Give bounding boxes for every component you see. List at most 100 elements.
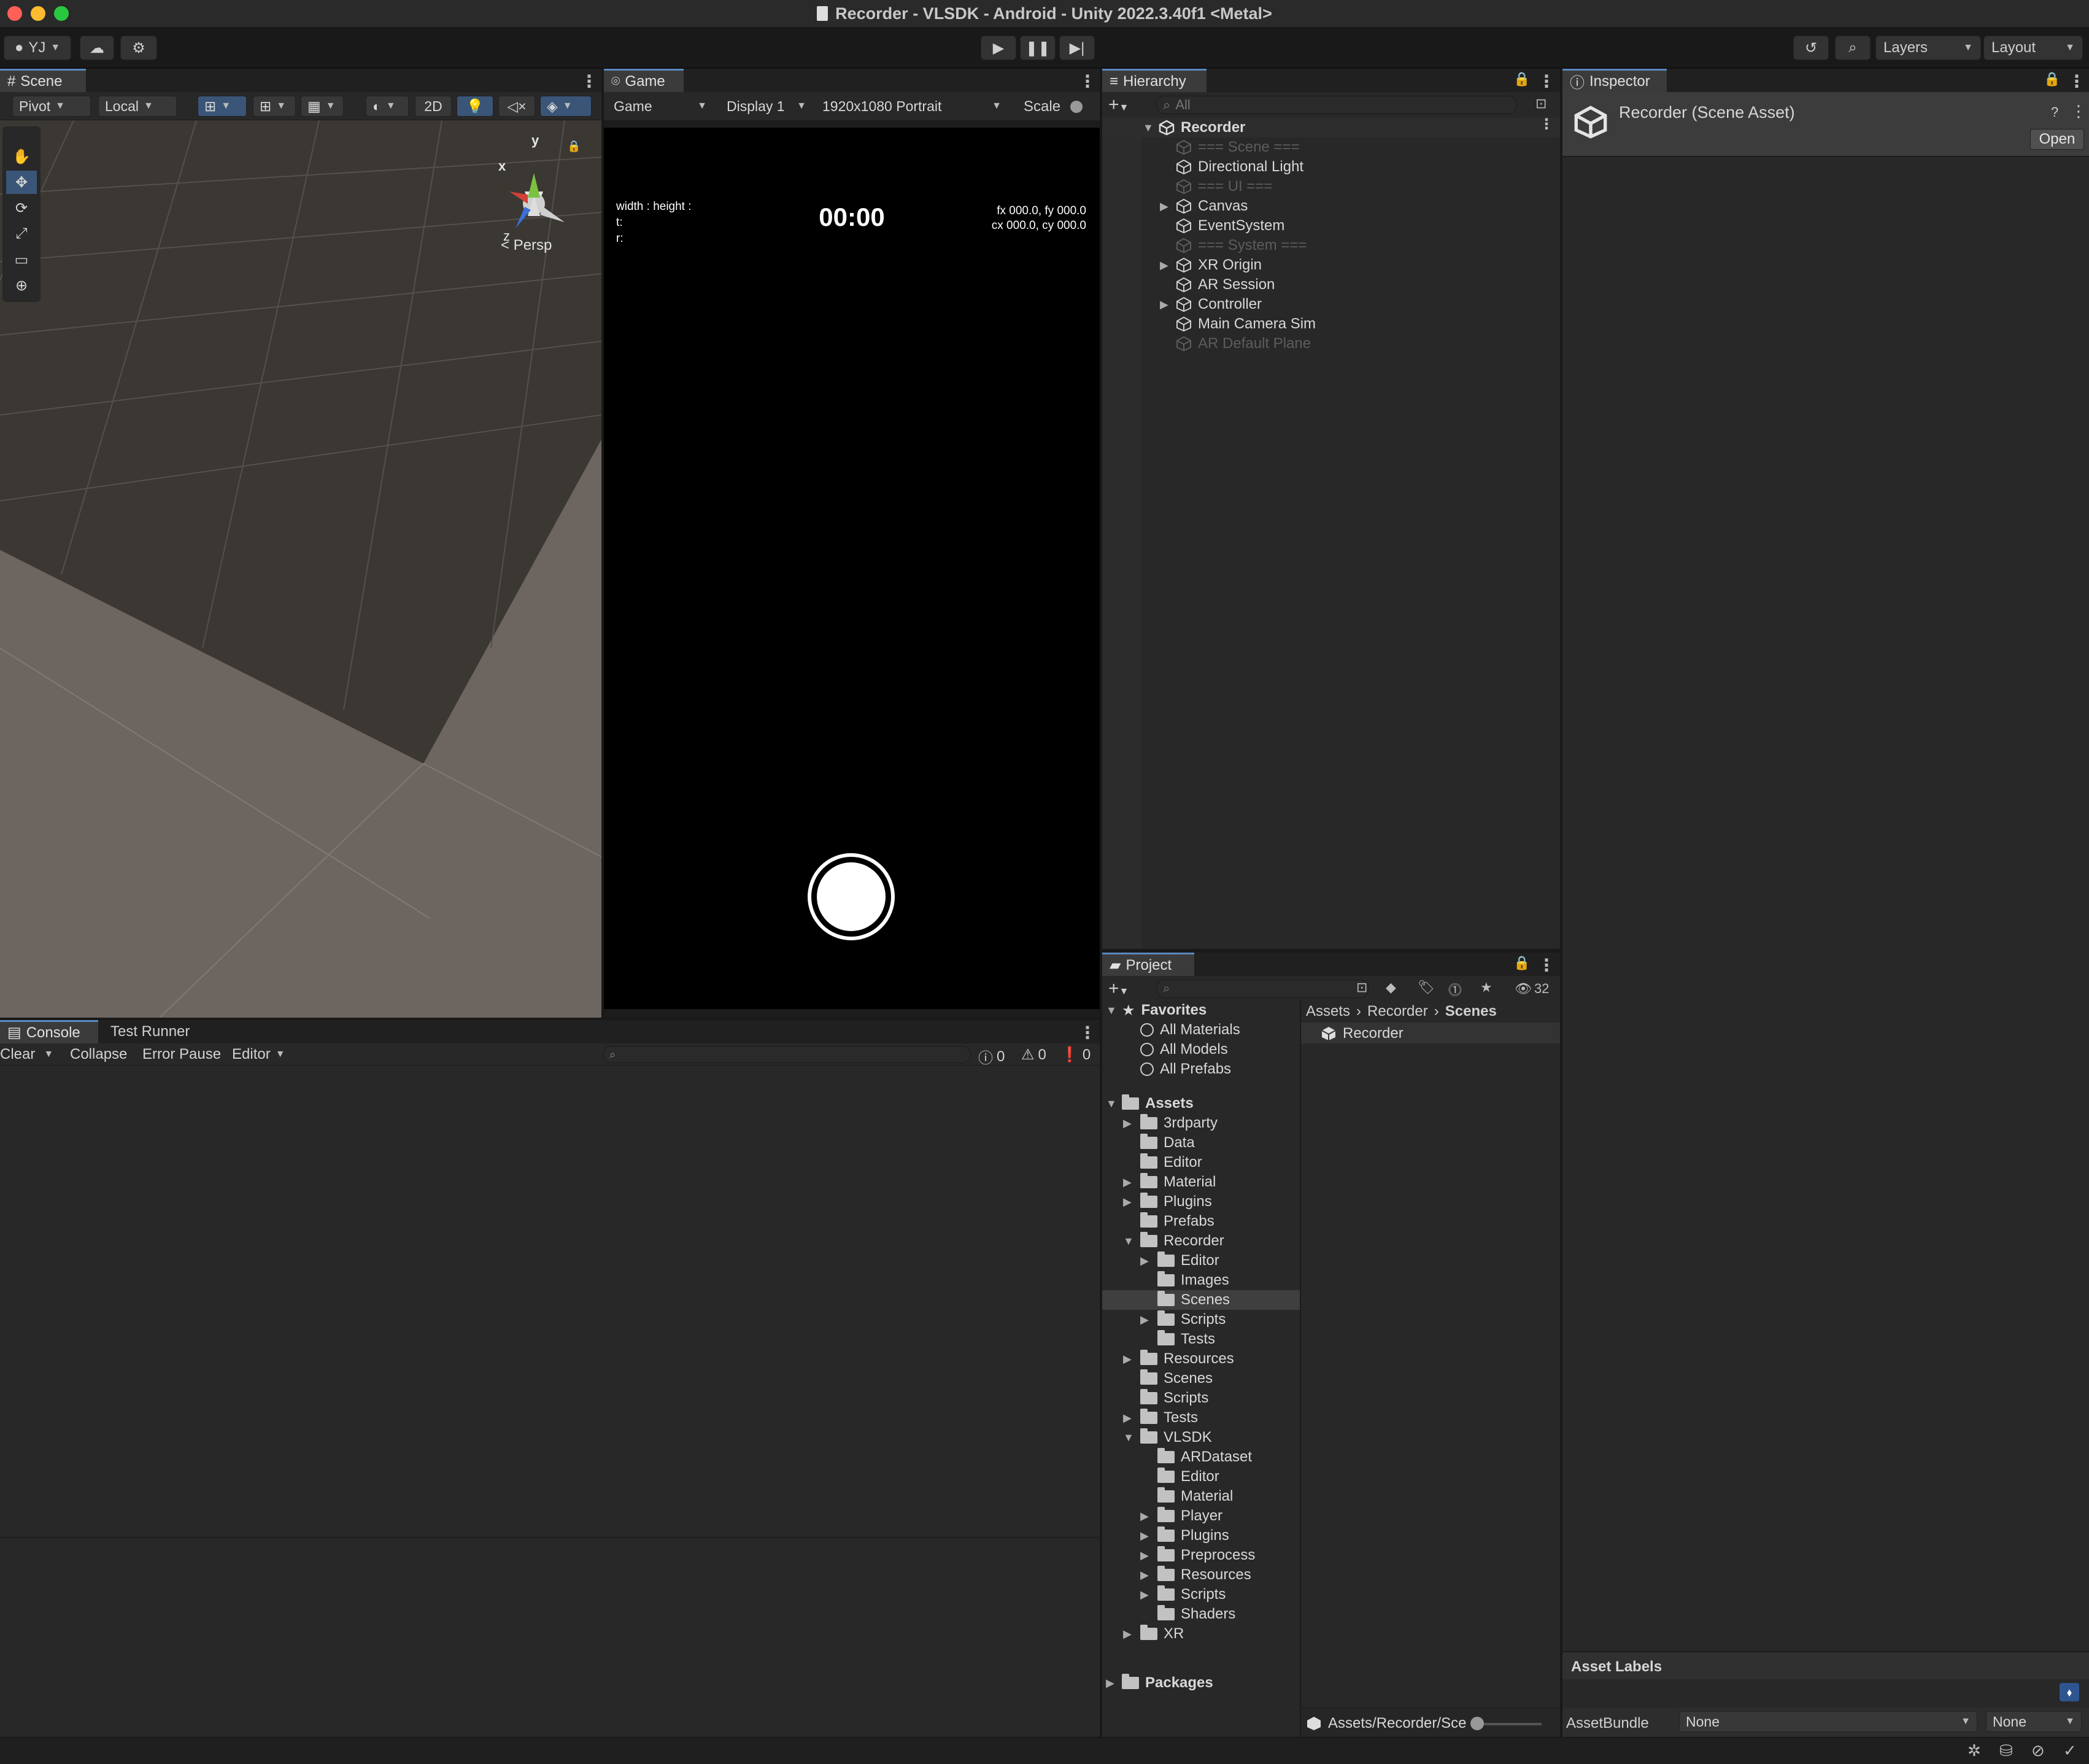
pivot-dropdown[interactable]: Pivot ▼	[12, 96, 91, 117]
expand-arrow-icon[interactable]: ▼	[1143, 122, 1154, 134]
tab-inspector[interactable]: ⓘ Inspector	[1562, 69, 1667, 92]
grid-snap-toggle[interactable]: ⊞ ▼	[198, 96, 247, 117]
tree-folder-item[interactable]: Player	[1157, 1506, 1222, 1526]
expand-arrow-icon[interactable]: ▶	[1140, 1588, 1149, 1601]
expand-arrow-icon[interactable]: ▶	[1160, 259, 1168, 272]
lock-icon[interactable]: 🔒	[567, 140, 581, 153]
assetbundle-variant-dropdown[interactable]: None ▼	[1986, 1711, 2082, 1732]
hierarchy-item[interactable]: === Scene ===	[1176, 137, 1299, 157]
hierarchy-item[interactable]: Canvas	[1176, 196, 1248, 216]
lock-icon[interactable]: 🔒	[1513, 71, 1530, 87]
scene-viewport[interactable]	[0, 120, 601, 1018]
hierarchy-item[interactable]: === UI ===	[1176, 177, 1272, 196]
rotate-tool-icon[interactable]: ⟳	[6, 196, 37, 220]
favorites-item[interactable]: All Prefabs	[1140, 1059, 1231, 1079]
tree-folder-item[interactable]: 3rdparty	[1140, 1113, 1218, 1133]
resolution-dropdown[interactable]: 1920x1080 Portrait ▼	[816, 96, 1008, 117]
tree-folder-item[interactable]: Preprocess	[1157, 1545, 1255, 1565]
2d-toggle[interactable]: 2D	[415, 96, 452, 117]
info-count-toggle[interactable]: ⓘ 0	[978, 1046, 1005, 1067]
tree-folder-item[interactable]: Scenes	[1157, 1290, 1230, 1310]
scale-tool-icon[interactable]: ⤢	[6, 222, 37, 246]
tree-folder-item[interactable]: Shaders	[1157, 1604, 1235, 1624]
project-menu-icon[interactable]: ⋮	[1538, 955, 1555, 975]
filter-type-icon[interactable]: ◆	[1386, 980, 1396, 996]
audio-toggle[interactable]: ◁×	[498, 96, 535, 117]
transform-tool-icon[interactable]: ⊕	[6, 274, 37, 297]
assetbundle-dropdown[interactable]: None ▼	[1679, 1711, 1977, 1732]
assets-root[interactable]: Assets	[1122, 1094, 1194, 1113]
game-view[interactable]: width : height : t: r: 00:00 fx 000.0, f…	[604, 128, 1100, 1009]
expand-arrow-icon[interactable]: ▶	[1106, 1677, 1114, 1690]
console-menu-icon[interactable]: ⋮	[1079, 1023, 1096, 1043]
tree-folder-item[interactable]: Resources	[1140, 1349, 1234, 1369]
warning-count-toggle[interactable]: ⚠ 0	[1021, 1046, 1046, 1064]
tag-icon[interactable]: 🏷	[1418, 980, 1435, 996]
expand-arrow-icon[interactable]: ▶	[1140, 1255, 1149, 1267]
console-search-input[interactable]: ⌕	[603, 1046, 971, 1063]
effects-dropdown[interactable]: ◈ ▼	[540, 96, 592, 117]
search-button[interactable]: ⌕	[1835, 36, 1871, 60]
scene-options-icon[interactable]: ⋮	[1539, 115, 1554, 133]
tree-folder-item[interactable]: Plugins	[1157, 1526, 1229, 1545]
tab-project[interactable]: ▰ Project	[1102, 953, 1194, 976]
console-log-area[interactable]	[0, 1066, 1100, 1737]
help-icon[interactable]: ?	[2051, 104, 2058, 120]
tree-folder-item[interactable]: Scenes	[1140, 1369, 1213, 1388]
expand-arrow-icon[interactable]: ▼	[1123, 1431, 1134, 1444]
game-menu-icon[interactable]: ⋮	[1079, 71, 1096, 91]
hierarchy-item[interactable]: Controller	[1176, 295, 1262, 314]
minimize-window-button[interactable]	[31, 6, 45, 21]
tab-game[interactable]: ⌾ Game	[604, 69, 684, 92]
hierarchy-item[interactable]: EventSystem	[1176, 216, 1284, 236]
expand-arrow-icon[interactable]: ▶	[1160, 298, 1168, 311]
tree-folder-item[interactable]: Images	[1157, 1271, 1229, 1290]
expand-arrow-icon[interactable]: ▶	[1123, 1628, 1132, 1641]
component-menu-icon[interactable]: ⋮	[2071, 102, 2087, 121]
scene-menu-icon[interactable]: ⋮	[581, 71, 598, 91]
tab-test-runner[interactable]: Test Runner	[104, 1020, 196, 1043]
tree-folder-item[interactable]: Recorder	[1140, 1231, 1224, 1251]
tag-icon[interactable]: ⬧	[2060, 1683, 2079, 1701]
tree-folder-item[interactable]: Scripts	[1157, 1585, 1226, 1604]
hierarchy-menu-icon[interactable]: ⋮	[1538, 71, 1555, 91]
lock-icon[interactable]: 🔒	[1513, 955, 1530, 971]
hierarchy-item[interactable]: Main Camera Sim	[1176, 314, 1316, 334]
clear-dropdown[interactable]: Clear ▼	[0, 1046, 53, 1063]
collapse-toggle[interactable]: Collapse	[70, 1046, 127, 1063]
breadcrumb-scenes[interactable]: Scenes	[1445, 1003, 1497, 1020]
hierarchy-item[interactable]: AR Session	[1176, 275, 1275, 295]
tab-console[interactable]: ▤ Console	[0, 1020, 98, 1043]
snap-increment-dropdown[interactable]: ⊞ ▼	[253, 96, 296, 117]
expand-arrow-icon[interactable]: ▶	[1123, 1412, 1132, 1425]
record-button[interactable]	[808, 853, 895, 940]
tree-folder-item[interactable]: Data	[1140, 1133, 1195, 1153]
favorites-item[interactable]: All Materials	[1140, 1020, 1240, 1040]
pause-button[interactable]: ❚❚	[1020, 36, 1056, 60]
collab-button[interactable]: ⚙	[120, 36, 157, 60]
step-button[interactable]: ▶|	[1059, 36, 1095, 60]
project-file-view[interactable]	[1301, 1000, 1560, 1737]
tree-folder-item[interactable]: Material	[1140, 1172, 1216, 1192]
hidden-packages-counter[interactable]: 👁 32	[1515, 981, 1549, 997]
project-search-input[interactable]: ⌕	[1156, 980, 1369, 998]
move-tool-icon[interactable]: ✥	[6, 171, 37, 194]
account-dropdown[interactable]: ● YJ ▼	[4, 36, 71, 60]
expand-arrow-icon[interactable]: ▼	[1106, 1097, 1117, 1110]
tree-folder-item[interactable]: VLSDK	[1140, 1428, 1212, 1447]
error-pause-toggle[interactable]: Error Pause	[142, 1046, 221, 1063]
create-plus-icon[interactable]: +▼	[1108, 978, 1129, 999]
hierarchy-item[interactable]: Directional Light	[1176, 157, 1303, 177]
hierarchy-item[interactable]: AR Default Plane	[1176, 334, 1311, 354]
hierarchy-search-input[interactable]: ⌕ All	[1156, 96, 1517, 114]
tree-folder-item[interactable]: Editor	[1157, 1467, 1219, 1487]
expand-arrow-icon[interactable]: ▶	[1123, 1196, 1132, 1209]
tree-folder-item[interactable]: Tests	[1157, 1329, 1215, 1349]
expand-arrow-icon[interactable]: ▶	[1140, 1510, 1149, 1523]
scale-slider-handle[interactable]	[1070, 101, 1083, 113]
play-button[interactable]: ▶	[981, 36, 1016, 60]
tree-folder-item[interactable]: Editor	[1157, 1251, 1219, 1271]
grid-visibility-dropdown[interactable]: ▦ ▼	[301, 96, 344, 117]
draw-mode-dropdown[interactable]: ◐ ▼	[366, 96, 409, 117]
search-by-type-icon[interactable]: ⊡	[1356, 980, 1367, 996]
